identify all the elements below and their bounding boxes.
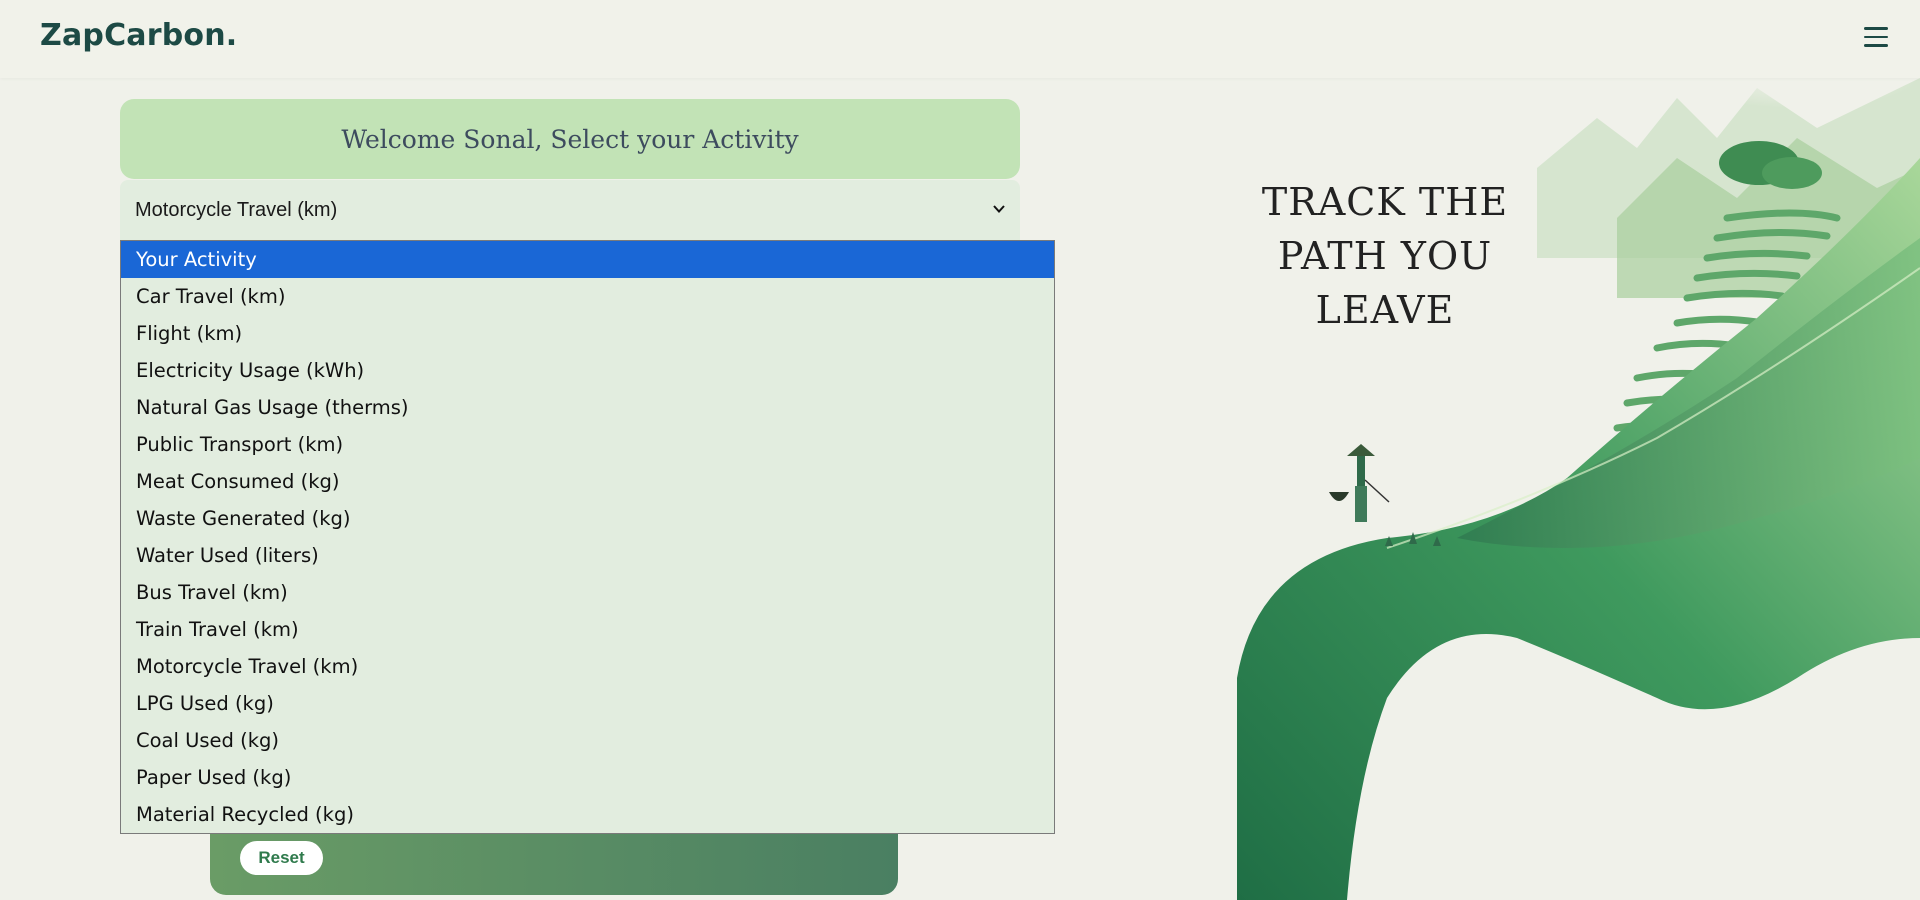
dropdown-option[interactable]: Train Travel (km) — [121, 611, 1054, 648]
activity-select-value: Motorcycle Travel (km) — [135, 198, 338, 221]
dropdown-option[interactable]: Bus Travel (km) — [121, 574, 1054, 611]
dropdown-option[interactable]: Motorcycle Travel (km) — [121, 648, 1054, 685]
dropdown-option[interactable]: Material Recycled (kg) — [121, 796, 1054, 833]
activity-select[interactable]: Motorcycle Travel (km) — [120, 180, 1020, 240]
top-navbar: ZapCarbon. — [0, 0, 1920, 78]
dropdown-option[interactable]: Coal Used (kg) — [121, 722, 1054, 759]
tagline-line-2: PATH YOU — [1277, 234, 1493, 278]
hamburger-menu-icon[interactable] — [1864, 27, 1888, 47]
dropdown-option[interactable]: Flight (km) — [121, 315, 1054, 352]
dropdown-option[interactable]: LPG Used (kg) — [121, 685, 1054, 722]
dropdown-option[interactable]: Water Used (liters) — [121, 537, 1054, 574]
dropdown-option[interactable]: Public Transport (km) — [121, 426, 1054, 463]
hero-tagline: TRACK THE PATH YOU LEAVE — [1245, 175, 1525, 337]
dropdown-option[interactable]: Natural Gas Usage (therms) — [121, 389, 1054, 426]
reset-button[interactable]: Reset — [240, 841, 323, 875]
dropdown-option[interactable]: Car Travel (km) — [121, 278, 1054, 315]
welcome-banner: Welcome Sonal, Select your Activity — [120, 99, 1020, 179]
chevron-down-icon — [993, 205, 1005, 213]
dropdown-option[interactable]: Paper Used (kg) — [121, 759, 1054, 796]
dropdown-option[interactable]: Electricity Usage (kWh) — [121, 352, 1054, 389]
welcome-text: Welcome Sonal, Select your Activity — [341, 124, 799, 154]
activity-dropdown-list[interactable]: Your Activity Car Travel (km) Flight (km… — [120, 240, 1055, 834]
dropdown-option[interactable]: Meat Consumed (kg) — [121, 463, 1054, 500]
tagline-line-3: LEAVE — [1315, 288, 1455, 332]
tagline-line-1: TRACK THE — [1261, 180, 1509, 224]
brand-logo[interactable]: ZapCarbon. — [40, 18, 237, 53]
dropdown-option[interactable]: Waste Generated (kg) — [121, 500, 1054, 537]
dropdown-option[interactable]: Your Activity — [121, 241, 1054, 278]
